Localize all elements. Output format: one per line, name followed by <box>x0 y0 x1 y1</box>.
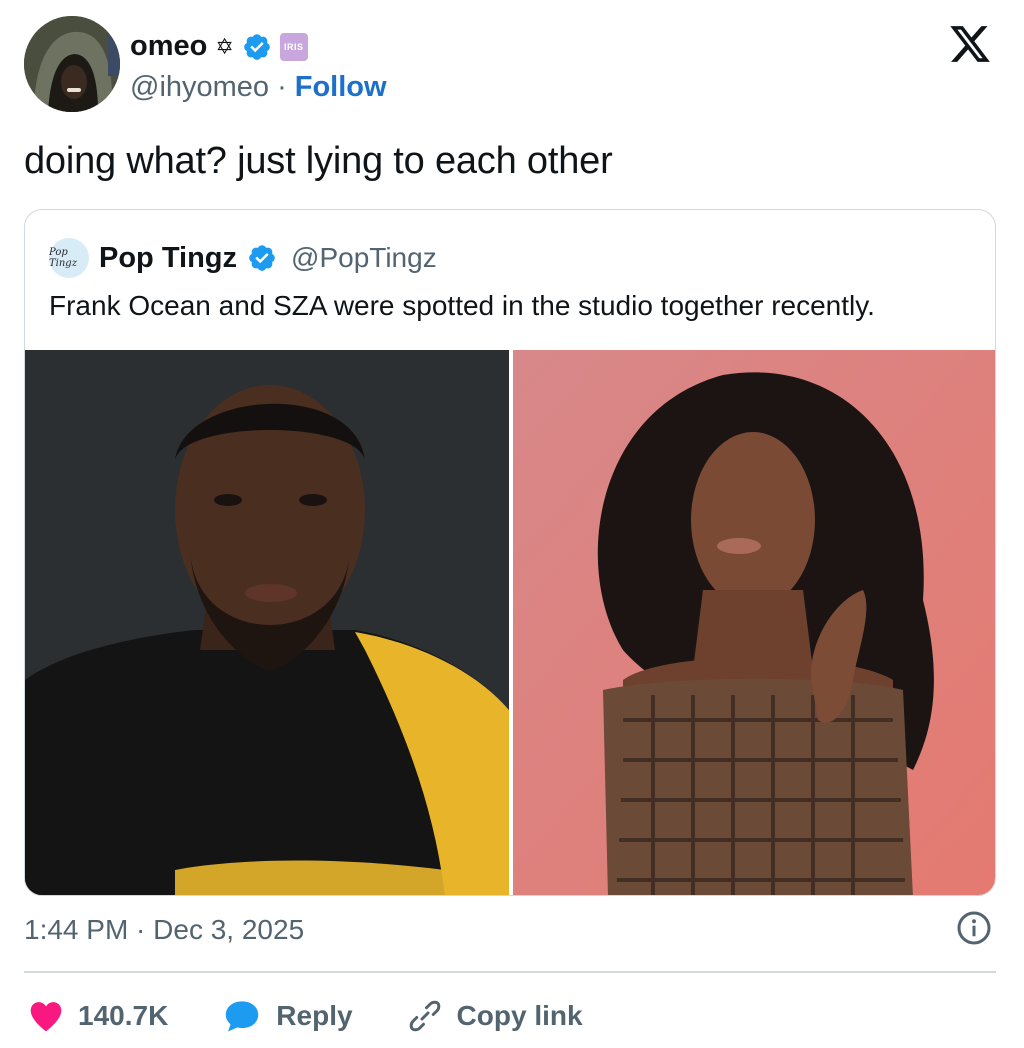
info-icon[interactable] <box>956 910 992 946</box>
follow-button[interactable]: Follow <box>295 71 387 104</box>
quoted-tweet[interactable]: Pop Tingz Pop Tingz @PopTingz Frank Ocea… <box>24 209 996 896</box>
tweet-actions: 140.7K Reply Copy link <box>28 996 637 1036</box>
reply-label: Reply <box>276 1000 353 1031</box>
divider <box>24 971 996 973</box>
reply-button[interactable]: Reply <box>222 999 353 1033</box>
media-photo-right[interactable] <box>513 350 996 896</box>
author-avatar[interactable] <box>24 16 120 112</box>
media-photo-left[interactable] <box>25 350 509 896</box>
like-count: 140.7K <box>78 1000 169 1031</box>
copy-link-label: Copy link <box>456 1000 583 1031</box>
quoted-author-avatar[interactable]: Pop Tingz <box>49 238 89 278</box>
reply-bubble-icon <box>226 1001 259 1032</box>
like-button[interactable]: 140.7K <box>28 1000 168 1032</box>
quoted-author-handle[interactable]: @PopTingz <box>291 242 437 274</box>
author-handle[interactable]: @ihyomeo <box>130 71 269 104</box>
heart-icon <box>30 1002 62 1032</box>
tweet-header: omeo ✡ IRIS @ihyomeo · Follow <box>24 16 1000 116</box>
tweet-timestamp[interactable]: 1:44 PM · Dec 3, 2025 <box>24 914 304 945</box>
verified-icon <box>249 245 275 271</box>
quoted-author-name[interactable]: Pop Tingz <box>99 242 237 275</box>
tweet-text: doing what? just lying to each other <box>24 140 613 182</box>
quoted-tweet-text: Frank Ocean and SZA were spotted in the … <box>49 290 875 321</box>
separator-dot: · <box>277 71 287 103</box>
quoted-media[interactable] <box>25 350 996 896</box>
author-display-name[interactable]: omeo <box>130 30 207 63</box>
link-icon <box>409 1000 440 1032</box>
verified-icon <box>243 33 270 60</box>
iris-badge: IRIS <box>279 32 308 61</box>
star-icon: ✡ <box>215 33 234 59</box>
x-logo-icon[interactable] <box>948 22 992 66</box>
copy-link-button[interactable]: Copy link <box>407 998 583 1034</box>
